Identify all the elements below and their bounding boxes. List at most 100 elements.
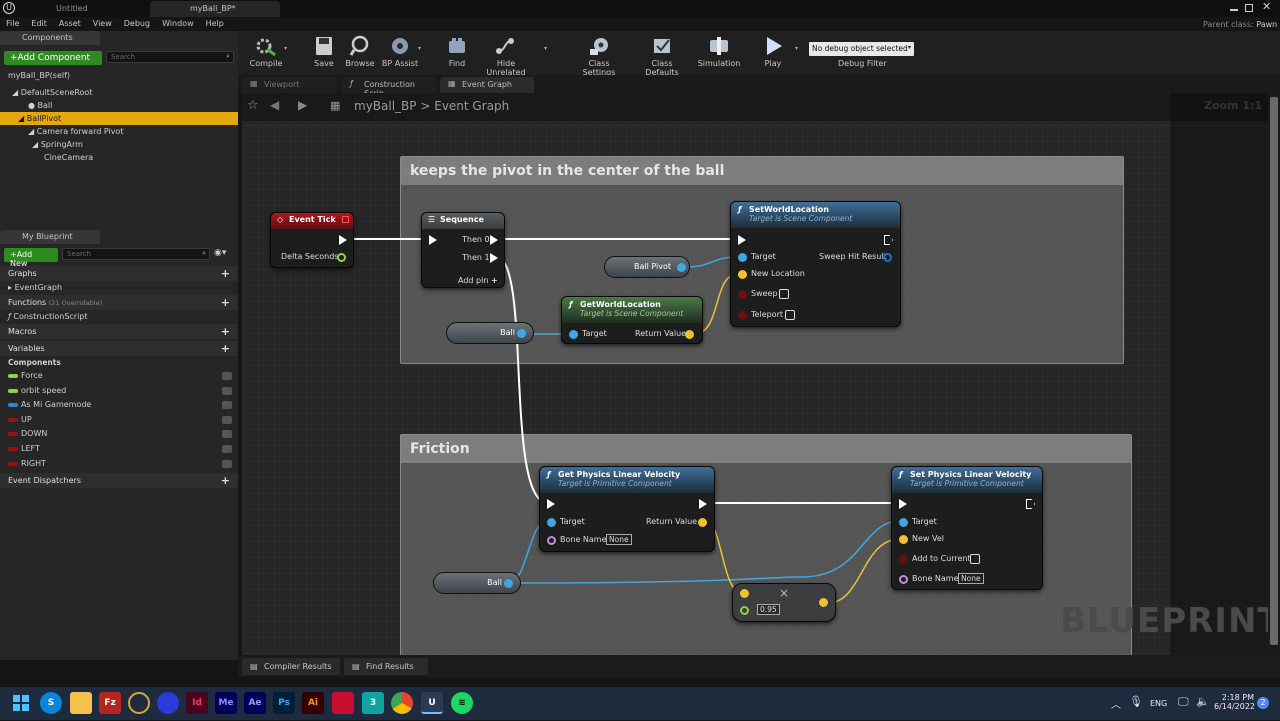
add-to-current-pin[interactable] (899, 555, 908, 564)
exec-out-pin[interactable] (1026, 499, 1035, 509)
node-event-tick[interactable]: ◇ Event Tick Delta Seconds (270, 212, 354, 268)
menu-help[interactable]: Help (200, 17, 230, 31)
solidworks-icon[interactable] (332, 692, 354, 714)
photoshop-icon[interactable]: Ps (273, 692, 295, 714)
macros-header[interactable]: Macros + (0, 324, 238, 339)
exec-out-pin[interactable] (699, 499, 707, 509)
filezilla-icon[interactable]: Fz (99, 692, 121, 714)
target-pin[interactable] (738, 253, 747, 262)
add-function-icon[interactable]: + (221, 295, 230, 310)
sweep-pin[interactable] (738, 290, 747, 299)
add-component-button[interactable]: +Add Component (4, 51, 102, 65)
tree-item-springarm[interactable]: ◢ SpringArm (0, 138, 238, 151)
bp-assist-button[interactable]: BP Assist (380, 35, 420, 68)
browse-button[interactable]: Browse (342, 35, 378, 68)
skype-icon[interactable]: S (40, 692, 62, 714)
ball-pivot-out-pin[interactable] (677, 263, 686, 272)
graph-canvas[interactable]: ☆ ◀ ▶ ▦ myBall_BP > Event Graph Zoom 1:1… (242, 93, 1268, 655)
multiply-in-a-pin[interactable] (740, 589, 749, 598)
tab-event-graph[interactable]: ▦ Event Graph (440, 77, 534, 93)
compile-options-icon[interactable]: ▾ (284, 45, 287, 52)
sweep-hit-pin[interactable] (883, 253, 892, 262)
maximize-icon[interactable] (1245, 4, 1253, 12)
components-search-input[interactable]: Search ⌕ (106, 51, 234, 63)
find-button[interactable]: Find (442, 35, 472, 68)
after-effects-icon[interactable]: Ae (244, 692, 266, 714)
multiply-in-b-pin[interactable] (740, 606, 749, 615)
unreal-engine-icon[interactable]: U (421, 692, 443, 714)
components-group[interactable]: Components (0, 356, 238, 369)
tree-item-cinecamera[interactable]: CineCamera (0, 151, 238, 164)
window-tab-untitled[interactable]: Untitled (16, 1, 156, 17)
multiply-value-field[interactable]: 0.95 (757, 604, 780, 615)
node-get-world-location[interactable]: ƒ GetWorldLocation Target is Scene Compon… (561, 296, 703, 344)
bone-name-pin[interactable] (547, 536, 556, 545)
tab-construction-script[interactable]: ƒConstruction Scrip (342, 77, 436, 98)
tab-compiler-results[interactable]: ▤ Compiler Results (242, 658, 340, 675)
class-settings-button[interactable]: Class Settings (572, 35, 626, 77)
tree-item-camera-forward-pivot[interactable]: ◢ Camera forward Pivot (0, 125, 238, 138)
node-get-physics-linear-velocity[interactable]: ƒ Get Physics Linear Velocity Target is P… (539, 466, 715, 552)
tree-item-ballpivot[interactable]: ◢ BallPivot (0, 112, 238, 125)
visibility-eye-icon[interactable] (222, 401, 232, 410)
variable-item[interactable]: LEFT (0, 442, 238, 457)
bone-name-pin[interactable] (899, 575, 908, 584)
exec-in-pin[interactable] (738, 235, 746, 245)
indesign-icon[interactable]: Id (186, 692, 208, 714)
variable-item[interactable]: As Mi Gamemode (0, 398, 238, 413)
simulation-button[interactable]: Simulation (696, 35, 742, 68)
node-set-physics-linear-velocity[interactable]: ƒ Set Physics Linear Velocity Target is P… (891, 466, 1043, 590)
target-pin[interactable] (569, 330, 578, 339)
tree-item-ball[interactable]: ● Ball (0, 99, 238, 112)
variables-header[interactable]: Variables + (0, 341, 238, 356)
event-dispatchers-header[interactable]: Event Dispatchers + (0, 473, 238, 489)
exec-out-pin[interactable] (884, 235, 893, 245)
then0-pin[interactable] (490, 235, 498, 245)
bp-assist-options-icon[interactable]: ▾ (418, 45, 421, 52)
exec-in-pin[interactable] (429, 235, 437, 245)
graph-item-eventgraph[interactable]: ▸ EventGraph (0, 281, 238, 294)
my-blueprint-tab[interactable]: My Blueprint (0, 230, 100, 244)
functions-header[interactable]: Functions (21 Overridable) + (0, 295, 238, 310)
add-variable-icon[interactable]: + (221, 341, 230, 356)
chevron-up-icon[interactable]: ︿ (1111, 696, 1121, 711)
windows-start-icon[interactable] (10, 692, 32, 714)
variable-item[interactable]: RIGHT (0, 457, 238, 472)
new-location-pin[interactable] (738, 270, 747, 279)
teleport-pin[interactable] (738, 311, 747, 320)
node-multiply[interactable]: 0.95 × (732, 583, 836, 622)
class-defaults-button[interactable]: Class Defaults (634, 35, 690, 77)
exec-in-pin[interactable] (899, 499, 907, 509)
add-new-button[interactable]: +Add New (4, 248, 58, 268)
visibility-eye-icon[interactable] (222, 459, 232, 468)
visibility-eye-icon[interactable] (222, 386, 232, 395)
teleport-checkbox[interactable] (785, 310, 795, 320)
play-options-icon[interactable]: ▾ (795, 45, 798, 52)
bone-name-field[interactable]: None (958, 573, 984, 584)
add-graph-icon[interactable]: + (221, 266, 230, 281)
volume-icon[interactable]: 🔈 (1196, 695, 1210, 708)
delta-seconds-pin[interactable] (337, 253, 346, 262)
var-ball[interactable]: Ball (446, 322, 534, 344)
compile-button[interactable]: Compile (244, 35, 288, 68)
menu-edit[interactable]: Edit (25, 17, 53, 31)
visibility-eye-icon[interactable] (222, 372, 232, 380)
unreal-logo-icon[interactable]: U (3, 2, 15, 14)
variable-item[interactable]: Force (0, 369, 238, 384)
media-encoder-icon[interactable]: Me (215, 692, 237, 714)
notification-badge[interactable]: 2 (1257, 697, 1269, 709)
ball-out-pin[interactable] (504, 579, 513, 588)
hide-unrelated-options-icon[interactable]: ▾ (544, 45, 547, 52)
app-icon[interactable] (157, 692, 179, 714)
minimize-icon[interactable] (1230, 9, 1238, 11)
visibility-eye-icon[interactable] (222, 430, 232, 439)
target-pin[interactable] (547, 518, 556, 527)
variable-item[interactable]: DOWN (0, 427, 238, 442)
var-ball-pivot[interactable]: Ball Pivot (604, 256, 690, 278)
add-macro-icon[interactable]: + (221, 324, 230, 339)
node-set-world-location[interactable]: ƒ SetWorldLocation Target is Scene Compon… (730, 201, 901, 327)
spotify-icon[interactable]: ≋ (451, 692, 473, 714)
return-value-pin[interactable] (685, 330, 694, 339)
target-pin[interactable] (899, 518, 908, 527)
var-ball-2[interactable]: Ball (433, 572, 521, 594)
